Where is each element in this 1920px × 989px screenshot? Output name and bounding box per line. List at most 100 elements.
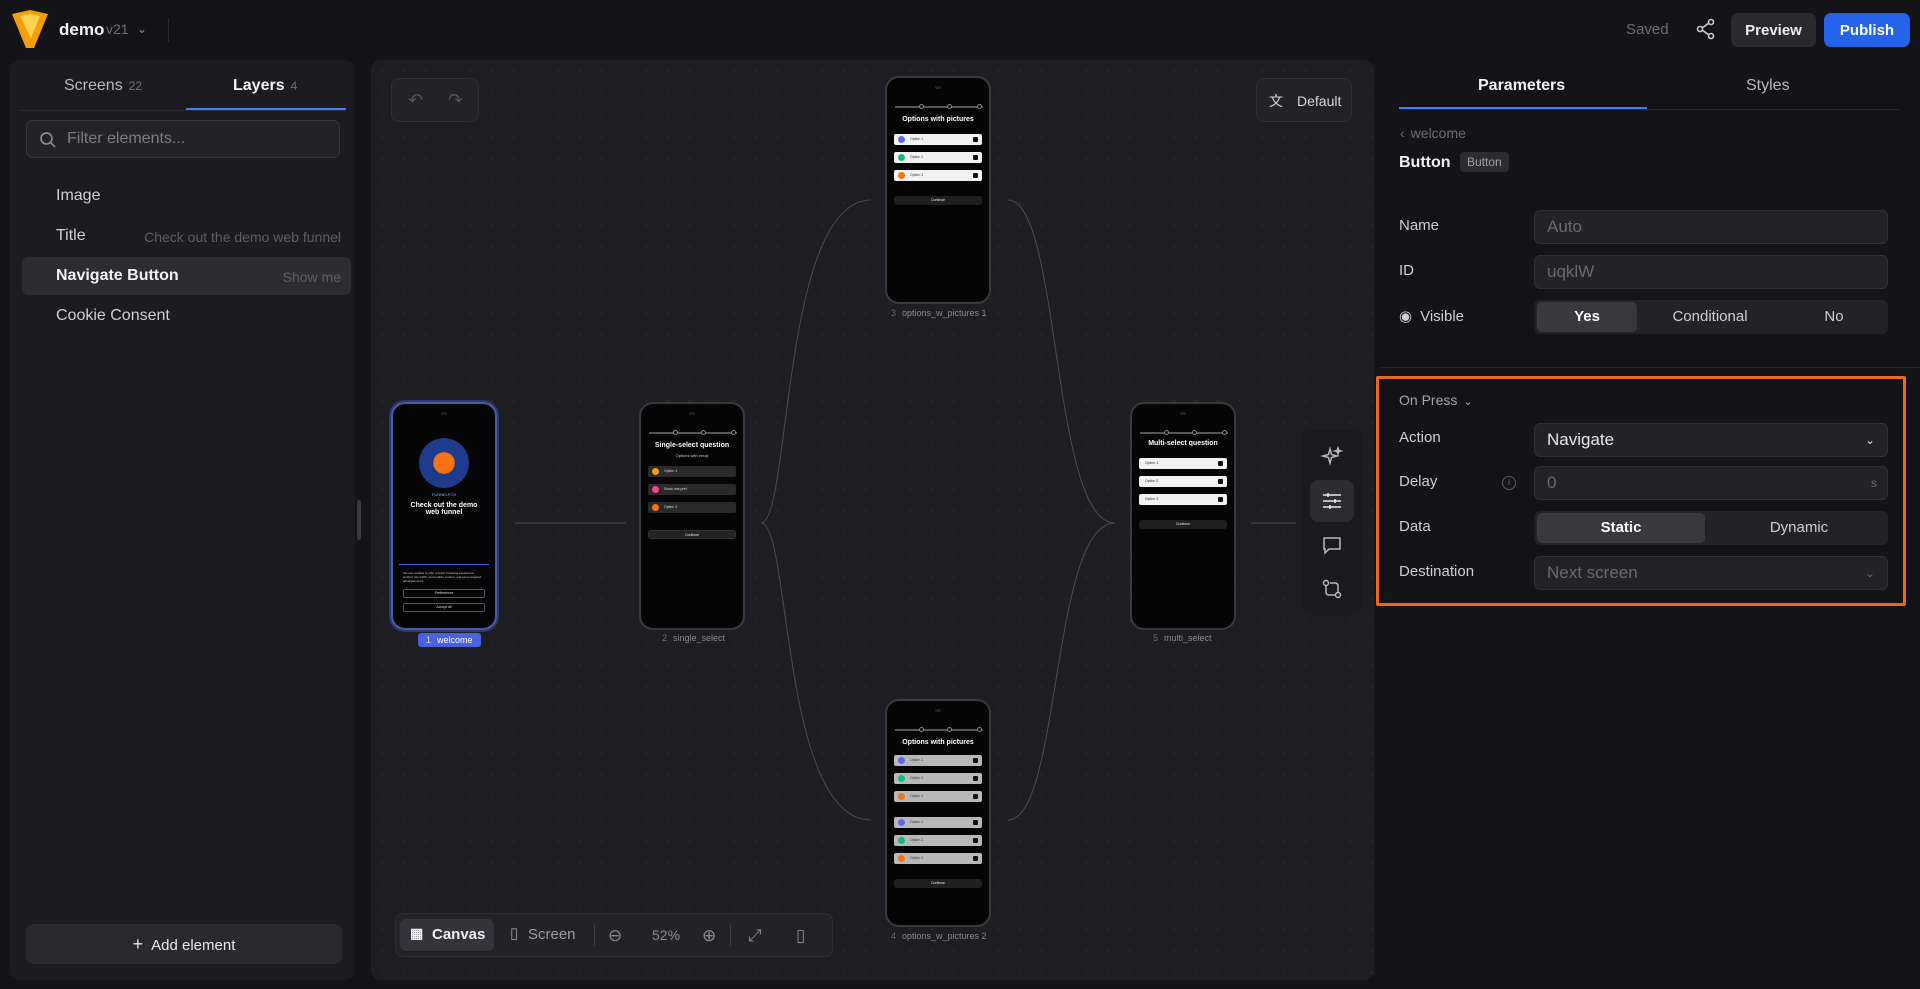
- data-dynamic-option[interactable]: Dynamic: [1714, 513, 1884, 543]
- preview-button[interactable]: Preview: [1731, 13, 1816, 47]
- canvas-toolbar: ▦ Canvas ▯ Screen ⊖ 52% ⊕ ⤢ ▯: [395, 913, 833, 957]
- active-tab-indicator: [186, 108, 346, 110]
- action-label: Action: [1399, 429, 1441, 446]
- progress-bar: [1140, 430, 1228, 435]
- fit-screen-icon[interactable]: ⤢: [748, 926, 762, 946]
- tab-layers[interactable]: Layers 4: [233, 77, 297, 95]
- delay-unit: s: [1871, 476, 1877, 490]
- name-label: Name: [1399, 217, 1440, 234]
- project-name[interactable]: demo: [59, 20, 104, 40]
- option-item: Option 1: [1139, 458, 1227, 469]
- option-item: Option 3: [894, 170, 982, 181]
- element-title: Button: [1399, 154, 1451, 171]
- action-select[interactable]: Navigate ⌄: [1534, 423, 1888, 457]
- device-icon[interactable]: ▯: [796, 926, 805, 946]
- destination-select[interactable]: Next screen ⌄: [1534, 556, 1888, 590]
- breadcrumb[interactable]: ‹ welcome: [1400, 125, 1466, 141]
- option-item: Option 3: [1139, 494, 1227, 505]
- id-field[interactable]: uqklW: [1534, 255, 1888, 289]
- layer-item-title[interactable]: Title Check out the demo web funnel: [22, 217, 351, 255]
- screen-multi-select[interactable]: Multi-select question Option 1 Option 2 …: [1130, 402, 1236, 630]
- option-item: Show one pref: [648, 484, 736, 495]
- view-canvas-button[interactable]: ▦ Canvas: [400, 919, 494, 951]
- screen-label-welcome[interactable]: 1 welcome: [418, 633, 481, 647]
- screen-welcome[interactable]: FUNNELFOX Check out the demo web funnel …: [391, 402, 497, 630]
- view-screen-button[interactable]: ▯ Screen: [500, 919, 584, 951]
- option-item: Option 2: [894, 773, 982, 784]
- branch-icon: [1322, 579, 1342, 599]
- data-label: Data: [1399, 518, 1431, 535]
- comments-tool-button[interactable]: [1310, 524, 1354, 566]
- visible-no-option[interactable]: No: [1784, 302, 1884, 332]
- option-item: Option 2: [894, 152, 982, 163]
- layers-panel: Screens22 Layers4 Image Title Check out …: [10, 60, 355, 980]
- option-item: Option 2: [894, 835, 982, 846]
- chevron-left-icon: ‹: [1400, 125, 1405, 141]
- data-segmented-control: Static Dynamic: [1534, 511, 1888, 545]
- data-static-option[interactable]: Static: [1537, 513, 1705, 543]
- screen-label-options-w-pictures-1[interactable]: 3 options_w_pictures 1: [891, 308, 987, 318]
- screen-options-w-pictures-1[interactable]: Options with pictures Option 1 Option 2 …: [885, 76, 991, 304]
- visible-conditional-option[interactable]: Conditional: [1640, 302, 1780, 332]
- name-field[interactable]: Auto: [1534, 210, 1888, 244]
- progress-bar: [649, 430, 737, 435]
- accept-preview: Accept all: [403, 603, 485, 612]
- screen-single-select[interactable]: Single-select question Options with emoj…: [639, 402, 745, 630]
- project-version: v21: [106, 21, 129, 37]
- screen-title: Options with pictures: [902, 116, 974, 123]
- info-icon[interactable]: i: [1502, 476, 1516, 490]
- eye-icon: ◉: [1399, 308, 1413, 325]
- canvas[interactable]: ↶ ↷ 文 Default FUNNELFOX Check out the de…: [371, 60, 1374, 980]
- progress-bar: [895, 727, 983, 732]
- filter-input[interactable]: [67, 121, 327, 157]
- layer-item-cookie-consent[interactable]: Cookie Consent: [22, 297, 351, 335]
- chevron-down-icon: ⌄: [1463, 396, 1473, 408]
- tab-styles[interactable]: Styles: [1746, 77, 1790, 95]
- add-element-button[interactable]: + Add element: [26, 924, 342, 964]
- chevron-down-icon[interactable]: ⌄: [137, 22, 147, 36]
- delay-label: Delay: [1399, 473, 1438, 490]
- screen-label-options-w-pictures-2[interactable]: 4 options_w_pictures 2: [891, 931, 987, 941]
- share-icon[interactable]: [1694, 17, 1718, 41]
- element-type-badge: Button: [1460, 152, 1509, 172]
- ai-sparkle-button[interactable]: [1310, 436, 1354, 478]
- option-item: Option 3: [648, 502, 736, 513]
- phone-icon: ▯: [510, 925, 519, 942]
- zoom-out-icon[interactable]: ⊖: [608, 926, 622, 946]
- delay-field[interactable]: 0 s: [1534, 466, 1888, 500]
- top-bar: demo v21 ⌄ Saved Preview Publish: [0, 0, 1920, 60]
- search-icon: [40, 132, 56, 148]
- zoom-in-icon[interactable]: ⊕: [702, 926, 716, 946]
- cookie-consent-preview: We use cookies to offer a better browsin…: [399, 564, 489, 622]
- progress-bar: [895, 104, 983, 109]
- fox-logo-icon: [419, 438, 469, 488]
- layer-item-navigate-button[interactable]: Navigate Button Show me: [22, 257, 351, 295]
- funnelfox-logo-icon[interactable]: [10, 8, 50, 52]
- screen-options-w-pictures-2[interactable]: Options with pictures Option 1 Option 2 …: [885, 699, 991, 927]
- panel-resize-handle[interactable]: [357, 500, 361, 540]
- tabs-divider: [1399, 109, 1899, 110]
- publish-button[interactable]: Publish: [1824, 13, 1910, 47]
- properties-panel: Parameters Styles ‹ welcome Button Button…: [1376, 60, 1920, 980]
- flow-tool-button[interactable]: [1310, 568, 1354, 610]
- phone-notch: [1180, 412, 1186, 415]
- plus-icon: +: [132, 933, 144, 954]
- preferences-preview: Preferences: [403, 589, 485, 598]
- tab-parameters[interactable]: Parameters: [1478, 77, 1565, 95]
- continue-preview: Continue: [894, 879, 982, 888]
- parameters-tool-button[interactable]: [1310, 480, 1354, 522]
- option-item: Option 1: [894, 817, 982, 828]
- continue-preview: Continue: [648, 530, 736, 539]
- divider: [730, 924, 731, 946]
- on-press-section-header[interactable]: On Press ⌄: [1399, 392, 1473, 408]
- option-item: Option 1: [894, 755, 982, 766]
- layer-item-image[interactable]: Image: [22, 177, 351, 215]
- screen-label-multi-select[interactable]: 5 multi_select: [1153, 633, 1212, 643]
- visible-yes-option[interactable]: Yes: [1537, 302, 1637, 332]
- screen-label-single-select[interactable]: 2 single_select: [662, 633, 725, 643]
- tab-screens[interactable]: Screens 22: [64, 77, 142, 95]
- destination-label: Destination: [1399, 563, 1475, 580]
- screen-title: Check out the demo web funnel: [410, 502, 478, 516]
- active-tab-indicator: [1399, 107, 1647, 109]
- visible-segmented-control: Yes Conditional No: [1534, 300, 1888, 334]
